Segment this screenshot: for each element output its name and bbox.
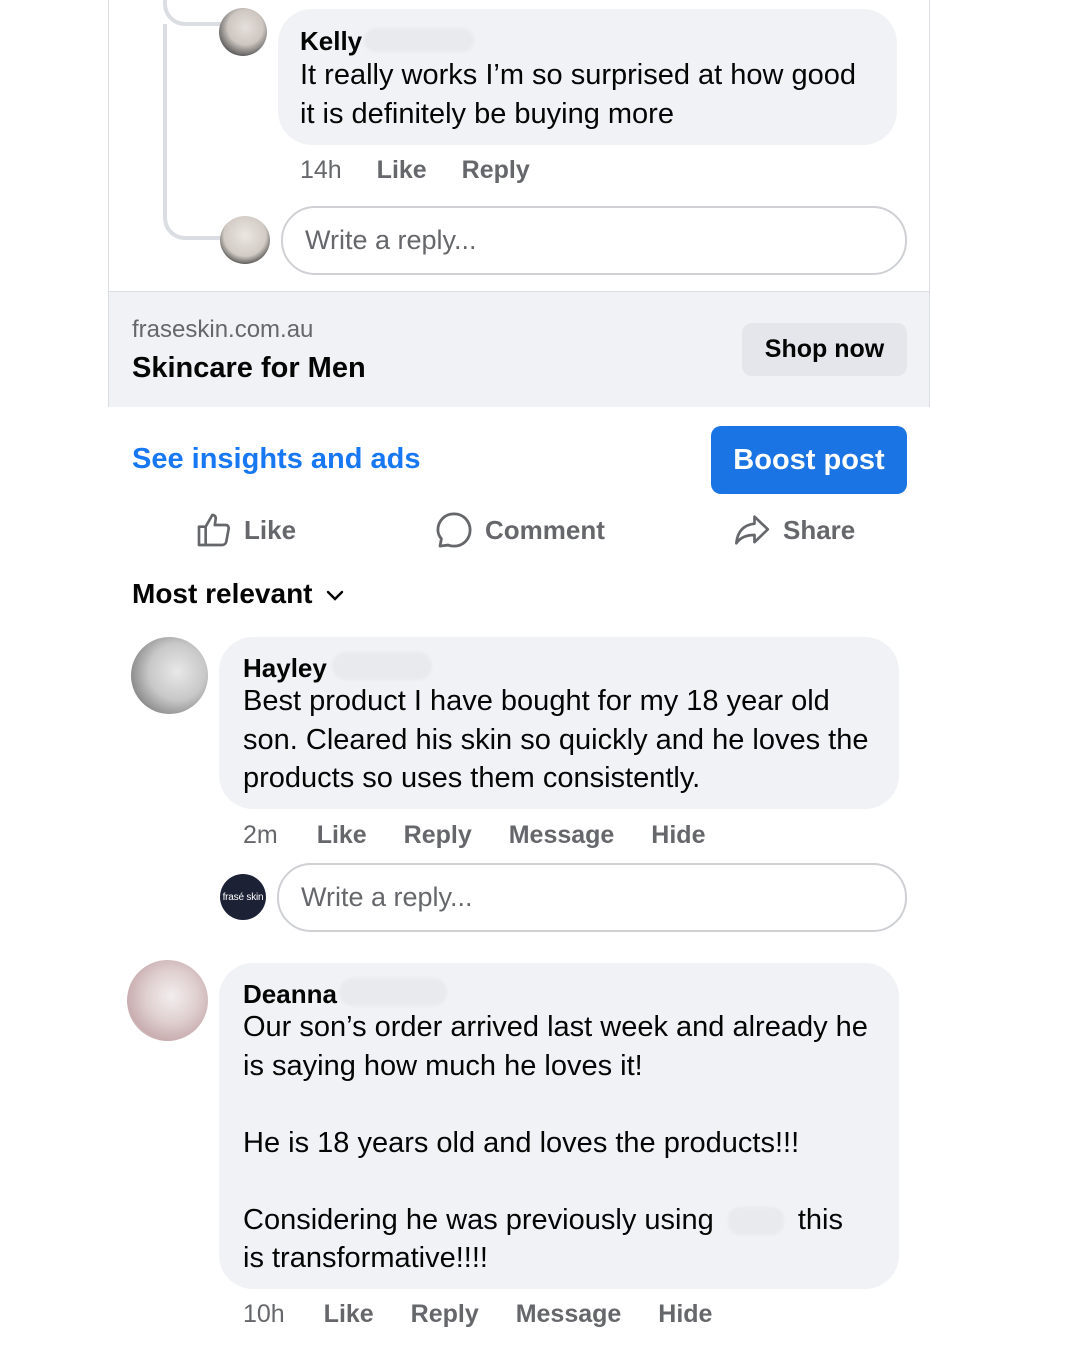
comment-bubble: Kelly It really works I’m so surprised a… — [278, 9, 897, 145]
reply-placeholder: Write a reply... — [301, 882, 473, 912]
like-link[interactable]: Like — [317, 821, 367, 849]
thread-connector — [163, 24, 221, 240]
comment-line: is transformative!!!! — [243, 1242, 488, 1274]
share-button[interactable]: Share — [731, 508, 855, 552]
redacted-brand — [727, 1206, 784, 1235]
thread-connector — [163, 0, 221, 26]
comment-sort-dropdown[interactable]: Most relevant — [132, 578, 345, 610]
comment-icon — [433, 509, 475, 551]
page-avatar: frasé skin — [220, 874, 266, 920]
share-icon — [731, 510, 773, 550]
comment-line: Best product I have bought for my 18 yea… — [243, 685, 830, 717]
comment-line: Our son’s order arrived last week and al… — [243, 1011, 868, 1043]
redacted-surname — [332, 652, 432, 680]
share-label: Share — [783, 514, 856, 545]
comment-time[interactable]: 14h — [300, 156, 342, 184]
link-preview[interactable]: fraseskin.com.au Skincare for Men Shop n… — [109, 291, 929, 407]
comment-bubble: Hayley Best product I have bought for my… — [219, 637, 899, 809]
like-button[interactable]: Like — [194, 508, 296, 552]
sort-label: Most relevant — [132, 578, 313, 609]
comment-author[interactable]: Deanna — [243, 979, 337, 1010]
shop-now-button[interactable]: Shop now — [742, 323, 907, 376]
reply-link[interactable]: Reply — [462, 156, 530, 184]
comment-author[interactable]: Kelly — [300, 26, 362, 57]
reply-input[interactable]: Write a reply... — [281, 206, 907, 275]
comment-text: Our son’s order arrived last week and al… — [243, 1008, 883, 1278]
comment-line: It really works I’m so surprised at how … — [300, 59, 857, 91]
page-avatar-logo: frasé skin — [222, 891, 264, 903]
comment-line: Considering he was previously using — [243, 1203, 714, 1236]
chevron-down-icon — [325, 578, 345, 610]
comment-time[interactable]: 10h — [243, 1300, 285, 1328]
comment-button[interactable]: Comment — [433, 508, 605, 552]
avatar[interactable] — [127, 960, 208, 1041]
comment-text: It really works I’m so surprised at how … — [300, 56, 856, 133]
comment-line: son. Cleared his skin so quickly and he … — [243, 723, 869, 756]
avatar[interactable] — [219, 8, 267, 56]
hide-link[interactable]: Hide — [658, 1300, 712, 1328]
comment-line: products so uses them consistently. — [243, 762, 701, 794]
like-label: Like — [244, 514, 297, 545]
avatar[interactable] — [131, 637, 208, 714]
comment-meta: 10h Like Reply Message Hide — [243, 1300, 712, 1329]
thumbs-up-icon — [194, 510, 234, 550]
link-domain: fraseskin.com.au — [132, 316, 314, 343]
message-link[interactable]: Message — [516, 1300, 622, 1328]
comment-meta: 2m Like Reply Message Hide — [243, 821, 705, 850]
reply-placeholder: Write a reply... — [305, 225, 477, 255]
reply-link[interactable]: Reply — [404, 821, 472, 849]
comment-label: Comment — [485, 514, 605, 545]
comment-author[interactable]: Hayley — [243, 653, 327, 684]
message-link[interactable]: Message — [509, 821, 615, 849]
like-link[interactable]: Like — [377, 156, 427, 184]
link-headline: Skincare for Men — [132, 352, 366, 384]
comment-time[interactable]: 2m — [243, 821, 278, 849]
comment-bubble: Deanna Our son’s order arrived last week… — [219, 963, 899, 1289]
comment-meta: 14h Like Reply — [300, 156, 530, 185]
comment-line: is saying how much he loves it! — [243, 1049, 643, 1082]
comment-line: He is 18 years old and loves the product… — [243, 1126, 800, 1159]
avatar — [220, 216, 270, 264]
reply-link[interactable]: Reply — [411, 1300, 479, 1328]
like-link[interactable]: Like — [324, 1300, 374, 1328]
comment-line: this — [797, 1203, 843, 1236]
comment-line: it is definitely be buying more — [300, 97, 674, 130]
redacted-surname — [339, 978, 447, 1006]
redacted-surname — [364, 28, 474, 52]
reply-input[interactable]: Write a reply... — [277, 863, 907, 932]
hide-link[interactable]: Hide — [651, 821, 705, 849]
comment-text: Best product I have bought for my 18 yea… — [243, 682, 868, 798]
boost-post-button[interactable]: Boost post — [711, 426, 907, 494]
see-insights-link[interactable]: See insights and ads — [132, 443, 420, 476]
